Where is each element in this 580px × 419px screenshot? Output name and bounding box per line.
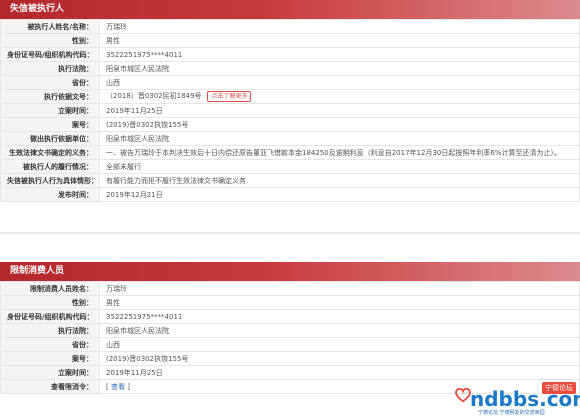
field-label: 立案时间： — [0, 365, 100, 380]
field-value-cell: （2018）晋0302民初1849号 点击了解更多 — [99, 89, 580, 104]
field-label: 身份证号码/组织机构代码： — [0, 47, 100, 62]
field-label: 性别： — [0, 33, 100, 48]
view-order-link[interactable]: 查看 — [111, 383, 125, 391]
field-value: 男性 — [106, 298, 120, 307]
field-value-cell: 阳泉市城区人民法院 — [99, 61, 580, 76]
section-divider — [0, 232, 580, 234]
field-value-cell: 3522251975****4011 — [99, 47, 580, 62]
field-label: 执行法院： — [0, 323, 100, 338]
field-value-cell: 男性 — [99, 295, 580, 310]
field-value: 有履行能力而拒不履行生效法律文书确定义务 — [106, 176, 246, 185]
field-value-cell: (2019)晋0302执恢155号 — [99, 351, 580, 366]
field-value-cell: 2019年12月21日 — [99, 187, 580, 202]
field-label: 查看限消令： — [0, 379, 100, 394]
table-row: 身份证号码/组织机构代码： 3522251975****4011 — [0, 47, 580, 62]
field-value: 阳泉市城区人民法院 — [106, 134, 169, 143]
field-value-cell: 全部未履行 — [99, 159, 580, 174]
field-label: 限制消费人员姓名： — [0, 281, 100, 296]
field-value: 3522251975****4011 — [106, 50, 183, 59]
table-row: 省份： 山西 — [0, 337, 580, 352]
table-row: 立案时间： 2019年11月25日 — [0, 365, 580, 380]
field-value-cell: 2019年11月25日 — [99, 103, 580, 118]
table-row: 身份证号码/组织机构代码： 3522251975****4011 — [0, 309, 580, 324]
table-row: 执行法院： 阳泉市城区人民法院 — [0, 323, 580, 338]
field-label: 发布时间： — [0, 187, 100, 202]
field-value: 万瑞玲 — [106, 284, 127, 293]
field-value: 一、被告万瑞玲于本判决生效后十日内偿还原告董亚飞借款本金184250及逾期利息（… — [106, 148, 561, 157]
field-value: 阳泉市城区人民法院 — [106, 326, 169, 335]
table-row: 失信被执行人行为具体情形： 有履行能力而拒不履行生效法律文书确定义务 — [0, 173, 580, 188]
field-value: (2019)晋0302执恢155号 — [106, 354, 189, 363]
table-row: 做出执行依据单位： 阳泉市城区人民法院 — [0, 131, 580, 146]
field-label: 省份： — [0, 75, 100, 90]
table-row: 性别： 男性 — [0, 33, 580, 48]
table-row: 性别： 男性 — [0, 295, 580, 310]
table-row: 被执行人姓名/名称： 万瑞玲 — [0, 19, 580, 34]
field-value: 男性 — [106, 36, 120, 45]
table-row: 立案时间： 2019年11月25日 — [0, 103, 580, 118]
watermark-subtitle: 宁德论坛 宁德网友的交流家园 — [478, 410, 545, 416]
field-value-cell: 有履行能力而拒不履行生效法律文书确定义务 — [99, 173, 580, 188]
field-value-cell: 万瑞玲 — [99, 19, 580, 34]
field-label: 做出执行依据单位： — [0, 131, 100, 146]
dishonest-debtor-table: 被执行人姓名/名称： 万瑞玲 性别： 男性 身份证号码/组织机构代码： 352225197… — [0, 19, 580, 202]
field-value: 山西 — [106, 78, 120, 87]
bracket: ] — [124, 382, 130, 391]
table-row: 案号： (2019)晋0302执恢155号 — [0, 351, 580, 366]
section-title: 失信被执行人 — [0, 0, 580, 19]
field-label: 性别： — [0, 295, 100, 310]
field-label: 生效法律文书确定的义务： — [0, 145, 100, 160]
field-value: （2018）晋0302民初1849号 — [106, 92, 202, 100]
field-value: 万瑞玲 — [106, 22, 127, 31]
field-label: 失信被执行人行为具体情形： — [0, 173, 100, 188]
field-value-cell: 万瑞玲 — [99, 281, 580, 296]
table-row: 执行依据文号： （2018）晋0302民初1849号 点击了解更多 — [0, 89, 580, 104]
consumption-restriction-table: 限制消费人员姓名： 万瑞玲 性别： 男性 身份证号码/组织机构代码： 3522251975… — [0, 281, 580, 394]
field-value: 山西 — [106, 340, 120, 349]
field-value-cell: 山西 — [99, 75, 580, 90]
field-value-cell: 一、被告万瑞玲于本判决生效后十日内偿还原告董亚飞借款本金184250及逾期利息（… — [99, 145, 580, 160]
site-watermark: ndbbs.com 宁德论坛 宁德论坛 宁德网友的交流家园 — [452, 382, 580, 419]
field-value: 3522251975****4011 — [106, 312, 183, 321]
field-value-cell: 3522251975****4011 — [99, 309, 580, 324]
table-row: 案号： (2019)晋0302执恢155号 — [0, 117, 580, 132]
table-row: 限制消费人员姓名： 万瑞玲 — [0, 281, 580, 296]
learn-more-link[interactable]: 点击了解更多 — [207, 91, 252, 102]
field-label: 被执行人的履行情况： — [0, 159, 100, 174]
field-label: 身份证号码/组织机构代码： — [0, 309, 100, 324]
field-value-cell: 阳泉市城区人民法院 — [99, 131, 580, 146]
field-value-cell: 阳泉市城区人民法院 — [99, 323, 580, 338]
table-row: 发布时间： 2019年12月21日 — [0, 187, 580, 202]
field-label: 案号： — [0, 117, 100, 132]
field-value-cell: 山西 — [99, 337, 580, 352]
table-row: 执行法院： 阳泉市城区人民法院 — [0, 61, 580, 76]
field-label: 执行依据文号： — [0, 89, 100, 104]
field-label: 执行法院： — [0, 61, 100, 76]
table-row: 省份： 山西 — [0, 75, 580, 90]
field-value: 2019年11月25日 — [106, 368, 163, 377]
consumption-restriction-section: 限制消费人员 限制消费人员姓名： 万瑞玲 性别： 男性 身份证号码/组织机构代码： 352… — [0, 262, 580, 394]
field-value-cell: (2019)晋0302执恢155号 — [99, 117, 580, 132]
field-value: (2019)晋0302执恢155号 — [106, 120, 189, 129]
watermark-badge: 宁德论坛 — [542, 382, 576, 394]
table-row: 生效法律文书确定的义务： 一、被告万瑞玲于本判决生效后十日内偿还原告董亚飞借款本金… — [0, 145, 580, 160]
field-value: 2019年11月25日 — [106, 106, 163, 115]
field-value: 全部未履行 — [106, 162, 141, 171]
field-label: 被执行人姓名/名称： — [0, 19, 100, 34]
field-value-cell: 2019年11月25日 — [99, 365, 580, 380]
field-label: 立案时间： — [0, 103, 100, 118]
field-label: 省份： — [0, 337, 100, 352]
field-value: 阳泉市城区人民法院 — [106, 64, 169, 73]
field-value-cell: 男性 — [99, 33, 580, 48]
table-row: 被执行人的履行情况： 全部未履行 — [0, 159, 580, 174]
field-value: 2019年12月21日 — [106, 190, 163, 199]
dishonest-debtor-section: 失信被执行人 被执行人姓名/名称： 万瑞玲 性别： 男性 身份证号码/组织机构代码： 35… — [0, 0, 580, 202]
section-title: 限制消费人员 — [0, 262, 580, 281]
field-label: 案号： — [0, 351, 100, 366]
